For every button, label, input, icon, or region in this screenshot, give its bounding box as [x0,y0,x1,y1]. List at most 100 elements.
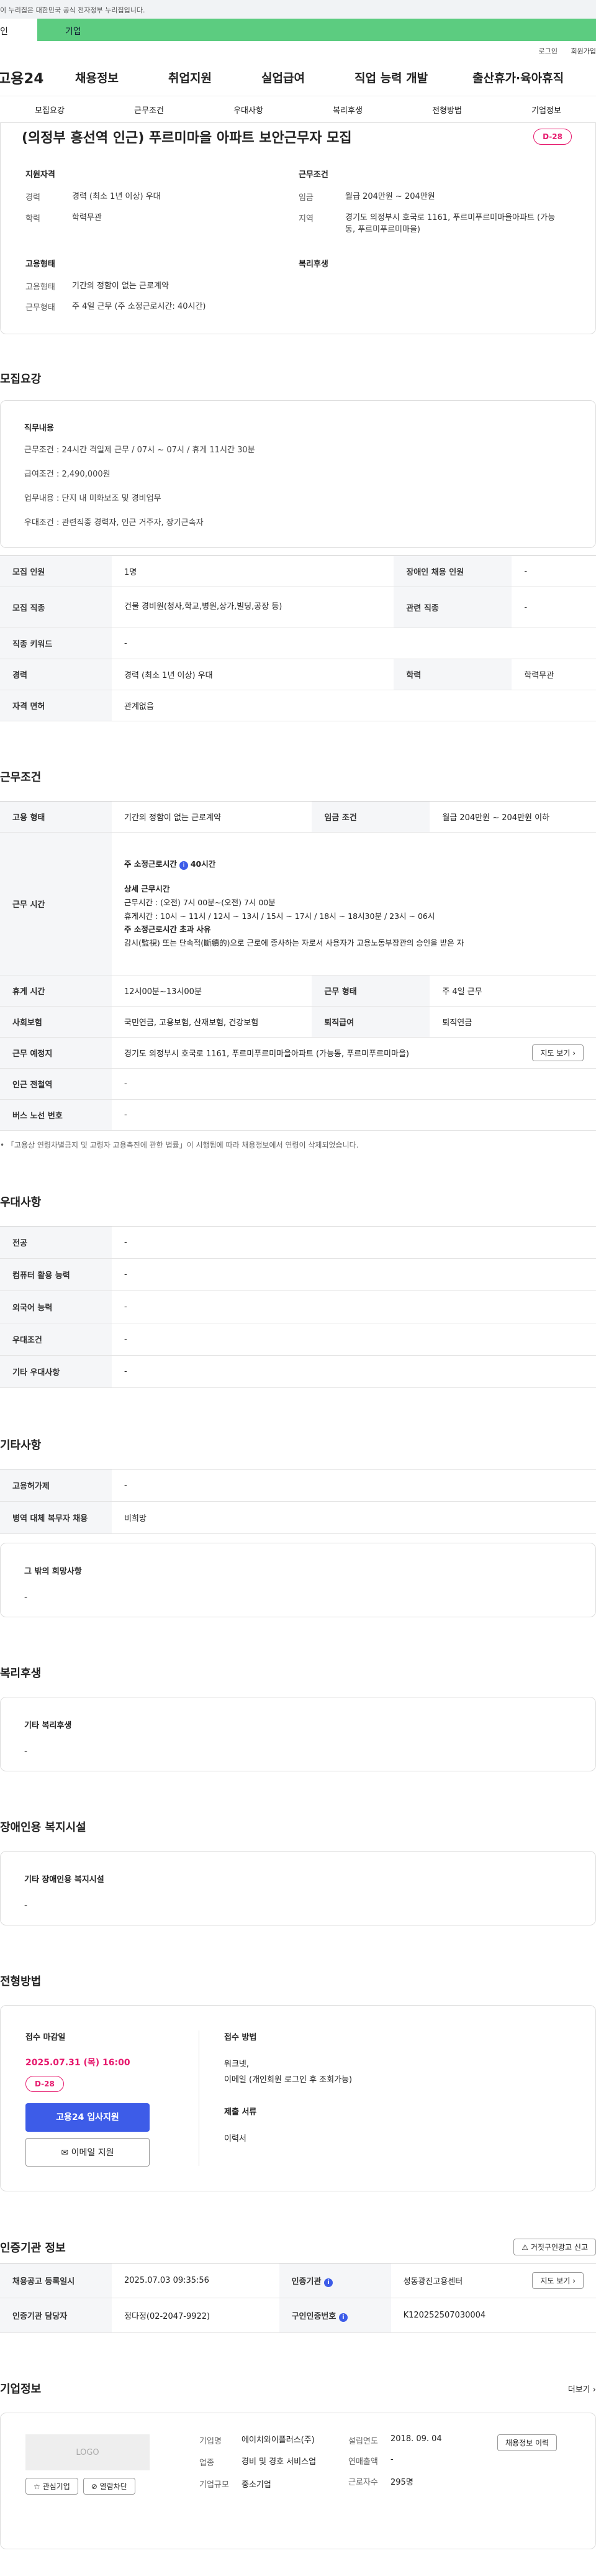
cell-label: 고용 형태 [0,801,112,833]
gov-banner: 이 누리집은 대한민국 공식 전자정부 누리집입니다. [0,0,596,19]
deadline-label: 접수 마감일 [25,2033,66,2042]
gnb-parental-leave[interactable]: 출산휴가·육아휴직 [472,69,590,86]
cell-label: 휴게 시간 [0,975,112,1007]
welfare-title: 복리후생 [299,259,328,269]
gnb-vocational-training[interactable]: 직업 능력 개발 [354,69,472,86]
map-view-button[interactable]: 지도 보기 › [532,1044,584,1061]
cell-label: 인근 전철역 [0,1068,112,1100]
cell-value: - [112,1099,596,1131]
cert-table: 채용공고 등록일시 2025.07.03 09:35:56 인증기관 i 성동광진… [0,2263,596,2333]
table-row: 기타 우대사항 - [0,1355,596,1388]
table-row: 인근 전철역 - [0,1068,596,1100]
cell-label: 컴퓨터 활용 능력 [0,1258,112,1291]
gnb-job-info[interactable]: 채용정보 [75,69,168,86]
favorite-company-button[interactable]: ☆ 관심기업 [25,2478,78,2495]
type-value: 기간의 정함이 없는 근로계약 [72,281,169,291]
cell-label: 임금 조건 [312,801,430,833]
email-apply-button[interactable]: ✉ 이메일 지원 [25,2138,150,2167]
block-view-button[interactable]: ⊘ 열람차단 [83,2478,135,2495]
tab-work-conditions[interactable]: 근무조건 [99,104,199,116]
cond-label: 지역 [299,214,314,224]
revenue-label: 연매출액 [348,2457,378,2467]
more-link[interactable]: 더보기 › [568,2383,596,2395]
table-row: 근무 시간 주 소정근로시간 i 40시간 상세 근무시간 근무시간 : (오전… [0,832,596,975]
pref-heading: 우대사항 [0,1196,42,1209]
cell-value: 경력 (최소 1년 이상) 우대 [112,659,394,690]
docs-label: 제출 서류 [224,2108,257,2117]
table-row: 사회보험 국민연금, 고용보험, 산재보험, 건강보험 퇴직급여 퇴직연금 [0,1006,596,1038]
tab-recruit[interactable]: 모집요강 [0,104,99,116]
tab-welfare[interactable]: 복리후생 [298,104,397,116]
cert-number-label: 구인인증번호 [291,2311,336,2321]
table-row: 외국어 능력 - [0,1290,596,1323]
cell-value: - [512,555,596,587]
company-name: 에이치와이플러스(주) [242,2436,315,2445]
tab-selection[interactable]: 전형방법 [397,104,497,116]
type-title: 고용형태 [25,259,55,269]
table-row: 병역 대체 복무자 채용 비희망 [0,1501,596,1534]
cell-label: 근무 예정지 [0,1037,112,1069]
company-heading: 기업정보 [0,2383,42,2396]
qual-value: 경력 (최소 1년 이상) 우대 [72,192,161,201]
cell-value: - [112,1355,596,1388]
weekly-hours-value: 40시간 [190,859,216,869]
cell-label: 장애인 채용 인원 [394,555,512,587]
job-description-box: 직무내용 근무조건 : 24시간 격일제 근무 / 07시 ~ 07시 / 휴게… [0,400,596,548]
site-logo[interactable]: 고용24 [0,66,56,88]
job-summary-card: (의정부 흥선역 인근) 푸르미마을 아파트 보안근무자 모집 D-28 지원자… [0,123,596,334]
dday-badge: D-28 [25,2076,64,2092]
apply-card: 접수 마감일 2025.07.31 (목) 16:00 D-28 고용24 입사… [0,2005,596,2191]
gnb-unemployment-benefit[interactable]: 실업급여 [261,69,354,86]
apply-button[interactable]: 고용24 입사지원 [25,2103,150,2132]
qual-title: 지원자격 [25,170,55,180]
info-icon[interactable]: i [323,2278,333,2287]
tab-company-info[interactable]: 기업정보 [497,104,596,116]
siren-icon: ⚠ [522,2243,529,2252]
cond-value: 월급 204만원 ~ 204만원 [345,192,435,201]
gnb-employment-support[interactable]: 취업지원 [168,69,261,86]
box-value: - [24,1747,28,1756]
table-row: 버스 노선 번호 - [0,1099,596,1131]
table-row: 경력 경력 (최소 1년 이상) 우대 학력 학력무관 [0,659,596,690]
block-icon: ⊘ [91,2482,97,2491]
cell-label: 병역 대체 복무자 채용 [0,1501,112,1534]
etc-table: 고용허가제 - 병역 대체 복무자 채용 비희망 [0,1469,596,1534]
apply-heading: 전형방법 [0,1975,42,1988]
work-heading: 근무조건 [0,771,42,784]
cert-agency: 성동광진고용센터 [403,2277,463,2286]
tab-preferences[interactable]: 우대사항 [199,104,298,116]
cell-label: 외국어 능력 [0,1290,112,1323]
break-hours: 휴게시간 : 10시 ~ 11시 / 12시 ~ 13시 / 15시 ~ 17시… [124,911,435,921]
table-row: 휴게 시간 12시00분~13시00분 근무 형태 주 4일 근무 [0,975,596,1007]
founded-label: 설립연도 [348,2437,378,2446]
global-nav: 고용24 채용정보 취업지원 실업급여 직업 능력 개발 출산휴가·육아휴직 [0,58,596,96]
info-icon[interactable]: i [179,861,188,870]
cell-value: 비희망 [112,1501,596,1534]
cell-value: 12시00분~13시00분 [112,975,312,1007]
desc-title: 직무내용 [24,424,54,433]
login-links: 로그인 회원가입 [0,41,596,58]
cell-value: - [112,1068,596,1100]
cell-label: 사회보험 [0,1006,112,1038]
box-value: - [24,1901,28,1911]
method-label: 접수 방법 [224,2033,257,2042]
cell-value: 퇴직연금 [430,1006,596,1038]
employees-label: 근로자수 [348,2478,378,2487]
welfare-box: 기타 복리후생 - [0,1697,596,1771]
type-label: 고용형태 [25,282,55,292]
login-link[interactable]: 로그인 [539,47,558,55]
desc-line: 우대조건 : 관련직종 경력자, 인근 거주자, 장기근속자 [24,518,204,528]
info-icon[interactable]: i [338,2313,348,2322]
table-row: 채용공고 등록일시 2025.07.03 09:35:56 인증기관 i 성동광진… [0,2263,596,2298]
tab-individual[interactable]: 인 [0,19,37,41]
report-fake-ad-button[interactable]: ⚠ 거짓구인광고 신고 [513,2239,596,2255]
section-tabs: 모집요강 근무조건 우대사항 복리후생 전형방법 기업정보 [0,96,596,123]
cell-label: 모집 직종 [0,587,112,628]
signup-link[interactable]: 회원가입 [571,47,596,55]
tab-company[interactable]: 기업 [37,19,596,41]
job-history-button[interactable]: 채용정보 이력 [497,2434,558,2451]
company-size: 중소기업 [242,2480,271,2490]
map-view-button[interactable]: 지도 보기 › [532,2272,584,2289]
cell-label: 모집 인원 [0,555,112,587]
cell-value: - [112,1469,596,1502]
